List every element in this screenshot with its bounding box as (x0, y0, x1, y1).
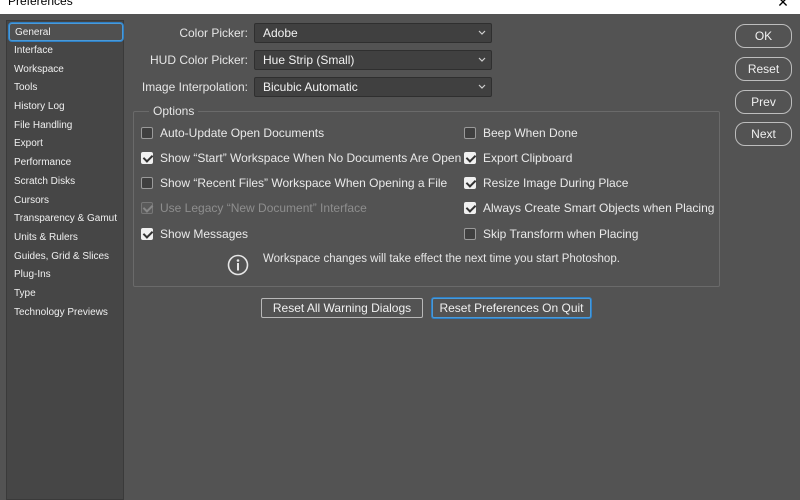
always-create-smart-objects-label: Always Create Smart Objects when Placing (483, 201, 715, 215)
show-start-workspace-checkbox[interactable]: Show “Start” Workspace When No Documents… (141, 150, 461, 166)
show-start-workspace-label: Show “Start” Workspace When No Documents… (160, 151, 462, 165)
use-legacy-new-document-label: Use Legacy “New Document” Interface (160, 201, 367, 215)
checkbox-disabled-checked (141, 202, 153, 214)
chevron-down-icon (478, 57, 486, 62)
ok-button[interactable]: OK (735, 24, 792, 48)
hud-color-picker-value: Hue Strip (Small) (263, 53, 355, 67)
sidebar-item-type[interactable]: Type (9, 285, 123, 303)
workspace-info-text: Workspace changes will take effect the n… (263, 253, 620, 265)
sidebar-item-history-log[interactable]: History Log (9, 98, 123, 116)
image-interpolation-select[interactable]: Bicubic Automatic (254, 77, 492, 97)
info-icon (227, 254, 249, 276)
checkbox-unchecked[interactable] (141, 177, 153, 189)
chevron-down-icon (478, 30, 486, 35)
sidebar-item-file-handling[interactable]: File Handling (9, 117, 123, 135)
close-icon[interactable]: ✕ (776, 0, 790, 9)
reset-all-warning-dialogs-button[interactable]: Reset All Warning Dialogs (261, 298, 423, 318)
show-messages-checkbox[interactable]: Show Messages (141, 226, 248, 242)
title-bar: Preferences ✕ (0, 0, 800, 14)
checkbox-unchecked[interactable] (464, 228, 476, 240)
sidebar-item-tools[interactable]: Tools (9, 79, 123, 97)
image-interpolation-value: Bicubic Automatic (263, 80, 358, 94)
reset-preferences-on-quit-button[interactable]: Reset Preferences On Quit (432, 298, 591, 318)
sidebar-item-transparency-gamut[interactable]: Transparency & Gamut (9, 210, 123, 228)
sidebar-item-scratch-disks[interactable]: Scratch Disks (9, 173, 123, 191)
show-recent-files-workspace-checkbox[interactable]: Show “Recent Files” Workspace When Openi… (141, 175, 447, 191)
checkbox-checked[interactable] (464, 177, 476, 189)
color-picker-label: Color Picker: (179, 26, 248, 40)
use-legacy-new-document-checkbox: Use Legacy “New Document” Interface (141, 200, 367, 216)
beep-when-done-label: Beep When Done (483, 126, 578, 140)
sidebar: General Interface Workspace Tools Histor… (6, 20, 124, 500)
checkbox-unchecked[interactable] (141, 127, 153, 139)
auto-update-open-documents-label: Auto-Update Open Documents (160, 126, 325, 140)
show-messages-label: Show Messages (160, 227, 249, 241)
sidebar-item-performance[interactable]: Performance (9, 154, 123, 172)
checkbox-unchecked[interactable] (464, 127, 476, 139)
prev-button[interactable]: Prev (735, 90, 792, 114)
auto-update-open-documents-checkbox[interactable]: Auto-Update Open Documents (141, 125, 324, 141)
show-recent-files-workspace-label: Show “Recent Files” Workspace When Openi… (160, 176, 448, 190)
beep-when-done-checkbox[interactable]: Beep When Done (464, 125, 578, 141)
sidebar-item-guides-grid-slices[interactable]: Guides, Grid & Slices (9, 248, 123, 266)
checkbox-checked[interactable] (141, 152, 153, 164)
sidebar-item-plug-ins[interactable]: Plug-Ins (9, 266, 123, 284)
checkbox-checked[interactable] (464, 202, 476, 214)
chevron-down-icon (478, 84, 486, 89)
sidebar-item-units-rulers[interactable]: Units & Rulers (9, 229, 123, 247)
skip-transform-when-placing-label: Skip Transform when Placing (483, 227, 639, 241)
sidebar-item-technology-previews[interactable]: Technology Previews (9, 304, 123, 322)
export-clipboard-label: Export Clipboard (483, 151, 573, 165)
sidebar-item-general[interactable]: General (9, 23, 123, 41)
image-interpolation-label: Image Interpolation: (141, 80, 248, 94)
skip-transform-when-placing-checkbox[interactable]: Skip Transform when Placing (464, 226, 638, 242)
next-button[interactable]: Next (735, 122, 792, 146)
sidebar-item-workspace[interactable]: Workspace (9, 61, 123, 79)
hud-color-picker-select[interactable]: Hue Strip (Small) (254, 50, 492, 70)
hud-color-picker-label: HUD Color Picker: (149, 53, 248, 67)
window-title: Preferences (8, 0, 73, 8)
reset-button[interactable]: Reset (735, 57, 792, 81)
sidebar-item-export[interactable]: Export (9, 135, 123, 153)
checkbox-checked[interactable] (464, 152, 476, 164)
always-create-smart-objects-checkbox[interactable]: Always Create Smart Objects when Placing (464, 200, 714, 216)
color-picker-select[interactable]: Adobe (254, 23, 492, 43)
color-picker-value: Adobe (263, 26, 298, 40)
sidebar-item-interface[interactable]: Interface (9, 42, 123, 60)
sidebar-item-cursors[interactable]: Cursors (9, 192, 123, 210)
resize-image-during-place-label: Resize Image During Place (483, 176, 629, 190)
export-clipboard-checkbox[interactable]: Export Clipboard (464, 150, 572, 166)
checkbox-checked[interactable] (141, 228, 153, 240)
options-legend: Options (149, 103, 199, 119)
resize-image-during-place-checkbox[interactable]: Resize Image During Place (464, 175, 628, 191)
